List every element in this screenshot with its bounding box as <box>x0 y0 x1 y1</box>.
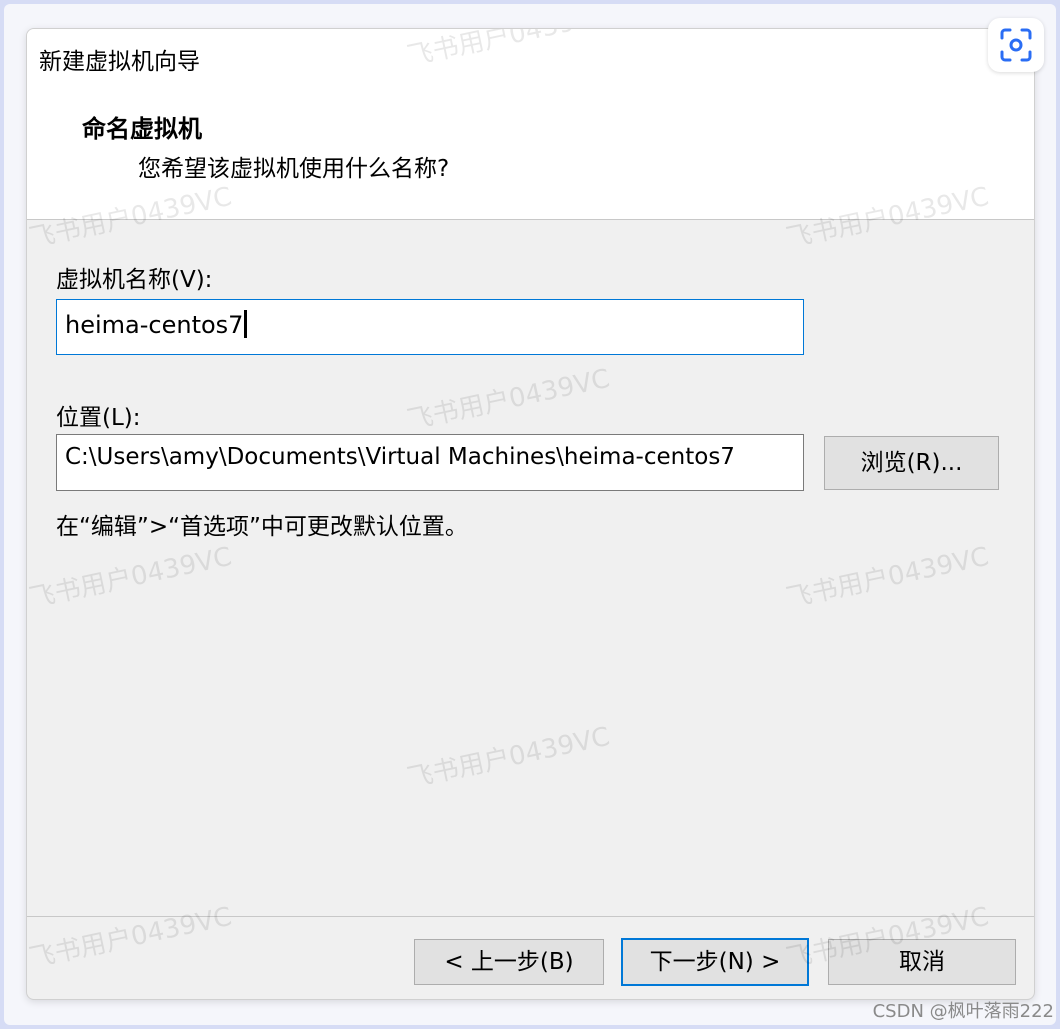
scan-icon-graphic <box>1000 28 1032 62</box>
page-subtitle: 您希望该虚拟机使用什么名称? <box>138 156 450 182</box>
page-title: 命名虚拟机 <box>82 115 202 143</box>
next-button[interactable]: 下一步(N) > <box>621 938 809 986</box>
watermark: 飞书用户0439VC <box>404 363 613 437</box>
watermark: 飞书用户0439VC <box>26 901 235 975</box>
scan-icon[interactable] <box>988 18 1044 72</box>
new-vm-wizard-dialog: 新建虚拟机向导 × 命名虚拟机 您希望该虚拟机使用什么名称? 虚拟机名称(V):… <box>26 28 1035 1000</box>
wizard-header: 新建虚拟机向导 × 命名虚拟机 您希望该虚拟机使用什么名称? <box>27 29 1034 220</box>
vm-name-input[interactable]: heima-centos7 <box>56 299 804 355</box>
browse-button[interactable]: 浏览(R)... <box>824 436 999 490</box>
location-label: 位置(L): <box>56 405 141 431</box>
credit-watermark: CSDN @枫叶落雨222 <box>872 1001 1054 1022</box>
window-title: 新建虚拟机向导 <box>39 49 200 75</box>
text-caret <box>244 310 248 338</box>
location-input[interactable]: C:\Users\amy\Documents\Virtual Machines\… <box>56 434 804 491</box>
vm-name-value: heima-centos7 <box>65 311 244 339</box>
watermark: 飞书用户0439VC <box>26 541 235 615</box>
location-value: C:\Users\amy\Documents\Virtual Machines\… <box>65 444 735 470</box>
cancel-button[interactable]: 取消 <box>828 939 1016 985</box>
footer-divider <box>27 916 1034 917</box>
location-hint: 在“编辑”>“首选项”中可更改默认位置。 <box>56 514 468 540</box>
vm-name-label: 虚拟机名称(V): <box>56 267 213 293</box>
back-button[interactable]: < 上一步(B) <box>414 939 604 985</box>
watermark: 飞书用户0439VC <box>404 721 613 795</box>
watermark: 飞书用户0439VC <box>783 541 992 615</box>
